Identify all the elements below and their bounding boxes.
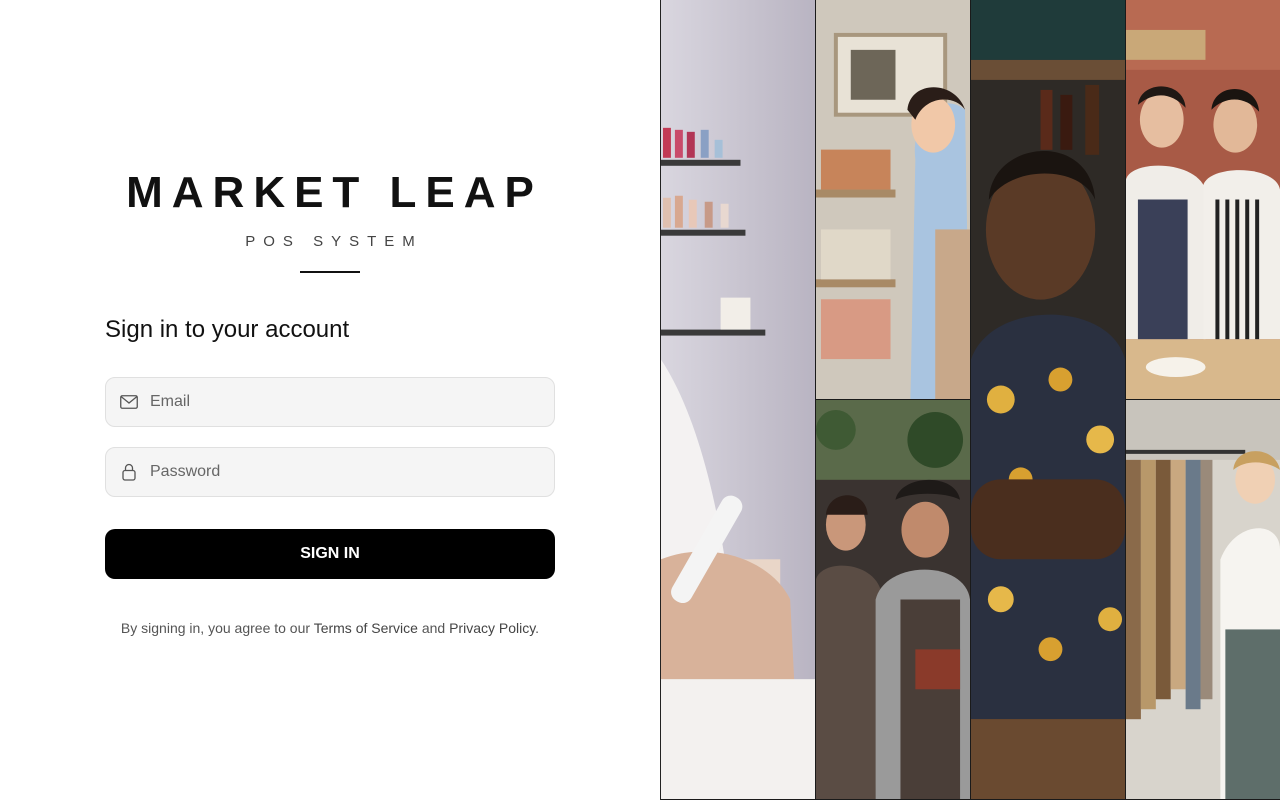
legal-notice: By signing in, you agree to our Terms of… bbox=[0, 620, 660, 636]
sign-in-button[interactable]: SIGN IN bbox=[105, 529, 555, 579]
privacy-link[interactable]: Privacy Policy bbox=[449, 620, 535, 636]
brand-title: MARKET LEAP bbox=[126, 168, 543, 217]
lock-icon bbox=[120, 463, 138, 481]
two-women-aprons-photo bbox=[1126, 0, 1280, 400]
legal-prefix: By signing in, you agree to our bbox=[120, 620, 314, 636]
clothing-store-photo bbox=[1126, 400, 1280, 800]
email-input[interactable] bbox=[150, 378, 554, 426]
login-panel: MARKET LEAP POS SYSTEM Sign in to your a… bbox=[0, 0, 660, 800]
page-title: Sign in to your account bbox=[105, 316, 350, 343]
shop-owner-woman-photo bbox=[816, 0, 971, 400]
nail-salon-photo bbox=[661, 0, 816, 800]
legal-suffix: . bbox=[535, 620, 540, 636]
email-field[interactable] bbox=[105, 377, 555, 427]
legal-and: and bbox=[417, 620, 450, 636]
two-baristas-photo bbox=[816, 400, 971, 800]
terms-link[interactable]: Terms of Service bbox=[314, 620, 418, 636]
smiling-man-photo bbox=[971, 0, 1126, 800]
mail-icon bbox=[120, 393, 138, 411]
password-input[interactable] bbox=[150, 448, 554, 496]
brand-subtitle: POS SYSTEM bbox=[245, 233, 423, 250]
password-field[interactable] bbox=[105, 447, 555, 497]
brand-divider bbox=[300, 271, 360, 273]
photo-collage bbox=[660, 0, 1280, 800]
